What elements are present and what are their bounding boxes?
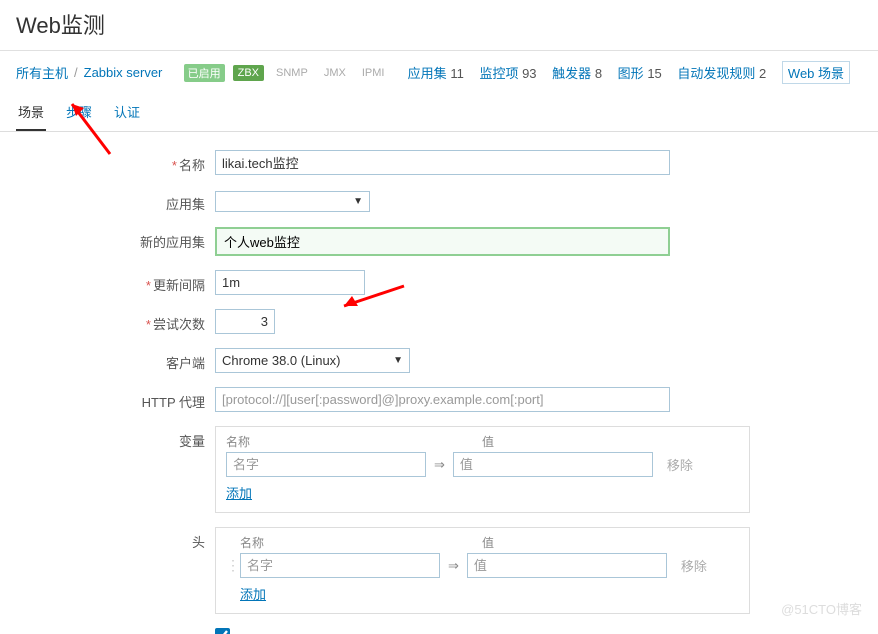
var-col-name: 名称 — [226, 433, 454, 450]
graphs-count: 15 — [647, 66, 661, 81]
tab-scenario[interactable]: 场景 — [16, 94, 46, 131]
jmx-badge: JMX — [320, 66, 350, 80]
new-app-label: 新的应用集 — [0, 227, 215, 251]
web-scenario-badge[interactable]: Web 场景 — [782, 61, 850, 84]
tab-steps[interactable]: 步骤 — [64, 94, 94, 131]
breadcrumb-sep: / — [74, 65, 78, 80]
app-select[interactable]: ▼ — [215, 191, 370, 212]
variables-table: 名称 值 ⇒ 移除 添加 — [215, 426, 750, 513]
form: *名称 应用集 ▼ 新的应用集 *更新间隔 *尝试次数 客户端 Chrome 3… — [0, 132, 878, 634]
var-value-input[interactable] — [453, 452, 653, 477]
hdr-value-input[interactable] — [467, 553, 667, 578]
discovery-link[interactable]: 自动发现规则 — [677, 66, 755, 81]
var-add-link[interactable]: 添加 — [226, 486, 252, 501]
var-col-value: 值 — [482, 433, 494, 450]
items-link[interactable]: 监控项 — [479, 66, 518, 81]
name-input[interactable] — [215, 150, 670, 175]
ipmi-badge: IPMI — [358, 66, 389, 80]
hdr-remove-link[interactable]: 移除 — [681, 556, 707, 575]
name-label: *名称 — [0, 150, 215, 174]
discovery-count: 2 — [759, 66, 766, 81]
drag-icon[interactable]: ⋮⋮ — [226, 557, 240, 574]
agent-label: 客户端 — [0, 348, 215, 372]
enabled-label: 已启用 — [0, 628, 215, 634]
arrow-icon: ⇒ — [426, 457, 453, 473]
chevron-down-icon: ▼ — [353, 196, 363, 207]
all-hosts-link[interactable]: 所有主机 — [16, 63, 68, 82]
server-link[interactable]: Zabbix server — [84, 65, 163, 80]
chevron-down-icon: ▼ — [393, 355, 403, 366]
app-label: 应用集 — [0, 189, 215, 213]
page-title: Web监测 — [0, 0, 878, 51]
new-app-input[interactable] — [215, 227, 670, 256]
proxy-input[interactable] — [215, 387, 670, 412]
apps-count: 11 — [450, 66, 464, 81]
watermark: @51CTO博客 — [781, 599, 862, 618]
enabled-badge: 已启用 — [184, 64, 225, 82]
headers-label: 头 — [0, 527, 215, 551]
variable-row: ⇒ 移除 — [226, 452, 739, 477]
items-count: 93 — [522, 66, 536, 81]
attempts-label: *尝试次数 — [0, 309, 215, 333]
snmp-badge: SNMP — [272, 66, 312, 80]
attempts-input[interactable] — [215, 309, 275, 334]
apps-link[interactable]: 应用集 — [408, 66, 447, 81]
triggers-count: 8 — [595, 66, 602, 81]
hdr-name-input[interactable] — [240, 553, 440, 578]
headers-table: 名称 值 ⋮⋮ ⇒ 移除 添加 — [215, 527, 750, 614]
enabled-checkbox[interactable] — [215, 628, 230, 634]
interval-label: *更新间隔 — [0, 270, 215, 294]
zbx-badge: ZBX — [233, 65, 264, 81]
tabs: 场景 步骤 认证 — [0, 94, 878, 132]
triggers-link[interactable]: 触发器 — [552, 66, 591, 81]
var-name-input[interactable] — [226, 452, 426, 477]
tab-auth[interactable]: 认证 — [112, 94, 142, 131]
graphs-link[interactable]: 图形 — [618, 66, 644, 81]
agent-select[interactable]: Chrome 38.0 (Linux)▼ — [215, 348, 410, 373]
hdr-add-link[interactable]: 添加 — [240, 587, 266, 602]
proxy-label: HTTP 代理 — [0, 387, 215, 411]
var-remove-link[interactable]: 移除 — [667, 455, 693, 474]
header-row: ⋮⋮ ⇒ 移除 — [226, 553, 739, 578]
variables-label: 变量 — [0, 426, 215, 450]
hdr-col-name: 名称 — [240, 534, 454, 551]
arrow-icon: ⇒ — [440, 558, 467, 574]
header-bar: 所有主机 / Zabbix server 已启用 ZBX SNMP JMX IP… — [0, 51, 878, 94]
interval-input[interactable] — [215, 270, 365, 295]
hdr-col-value: 值 — [482, 534, 494, 551]
